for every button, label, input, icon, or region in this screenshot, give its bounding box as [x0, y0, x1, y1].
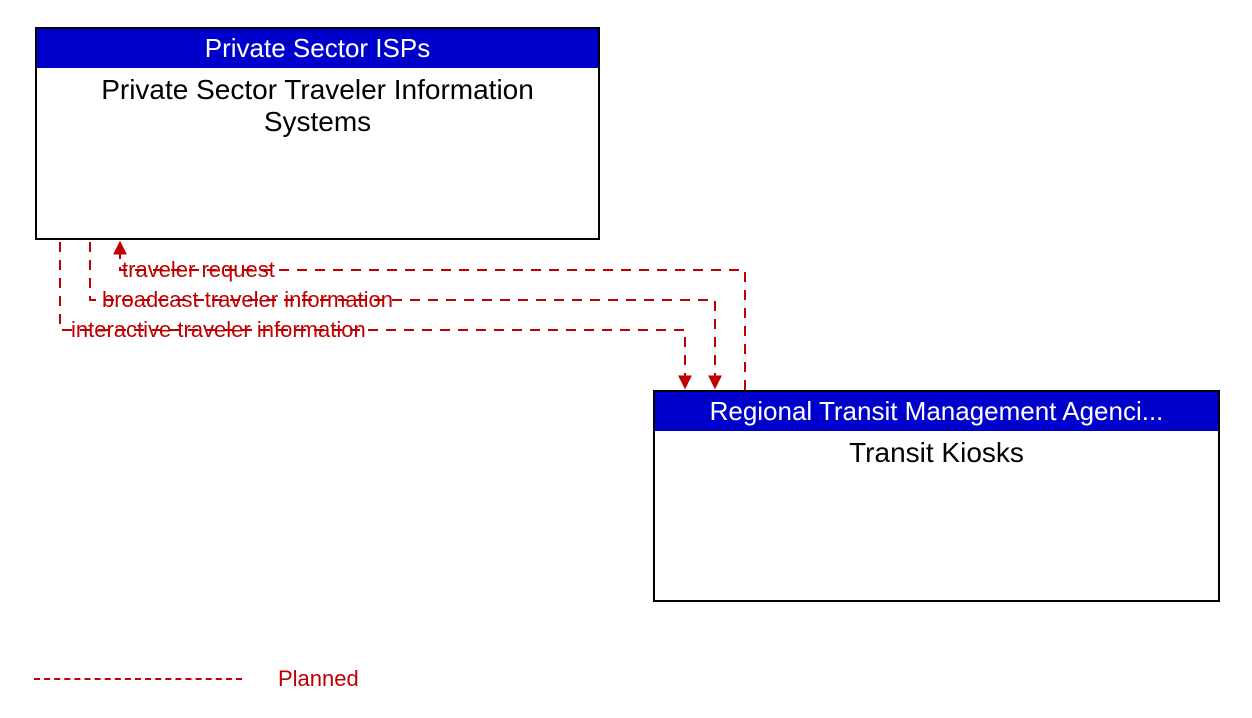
entity-header: Regional Transit Management Agenci... — [655, 392, 1218, 431]
legend-label-planned: Planned — [278, 666, 359, 692]
flow-label-traveler-request: traveler request — [118, 257, 279, 283]
flow-label-broadcast: broadcast traveler information — [98, 287, 397, 313]
legend-line-planned — [34, 678, 242, 680]
entity-private-sector-isps: Private Sector ISPs Private Sector Trave… — [35, 27, 600, 240]
entity-body: Transit Kiosks — [655, 431, 1218, 475]
flow-label-interactive: interactive traveler information — [67, 317, 370, 343]
entity-body: Private Sector Traveler Information Syst… — [37, 68, 598, 144]
entity-transit-kiosks: Regional Transit Management Agenci... Tr… — [653, 390, 1220, 602]
entity-header: Private Sector ISPs — [37, 29, 598, 68]
